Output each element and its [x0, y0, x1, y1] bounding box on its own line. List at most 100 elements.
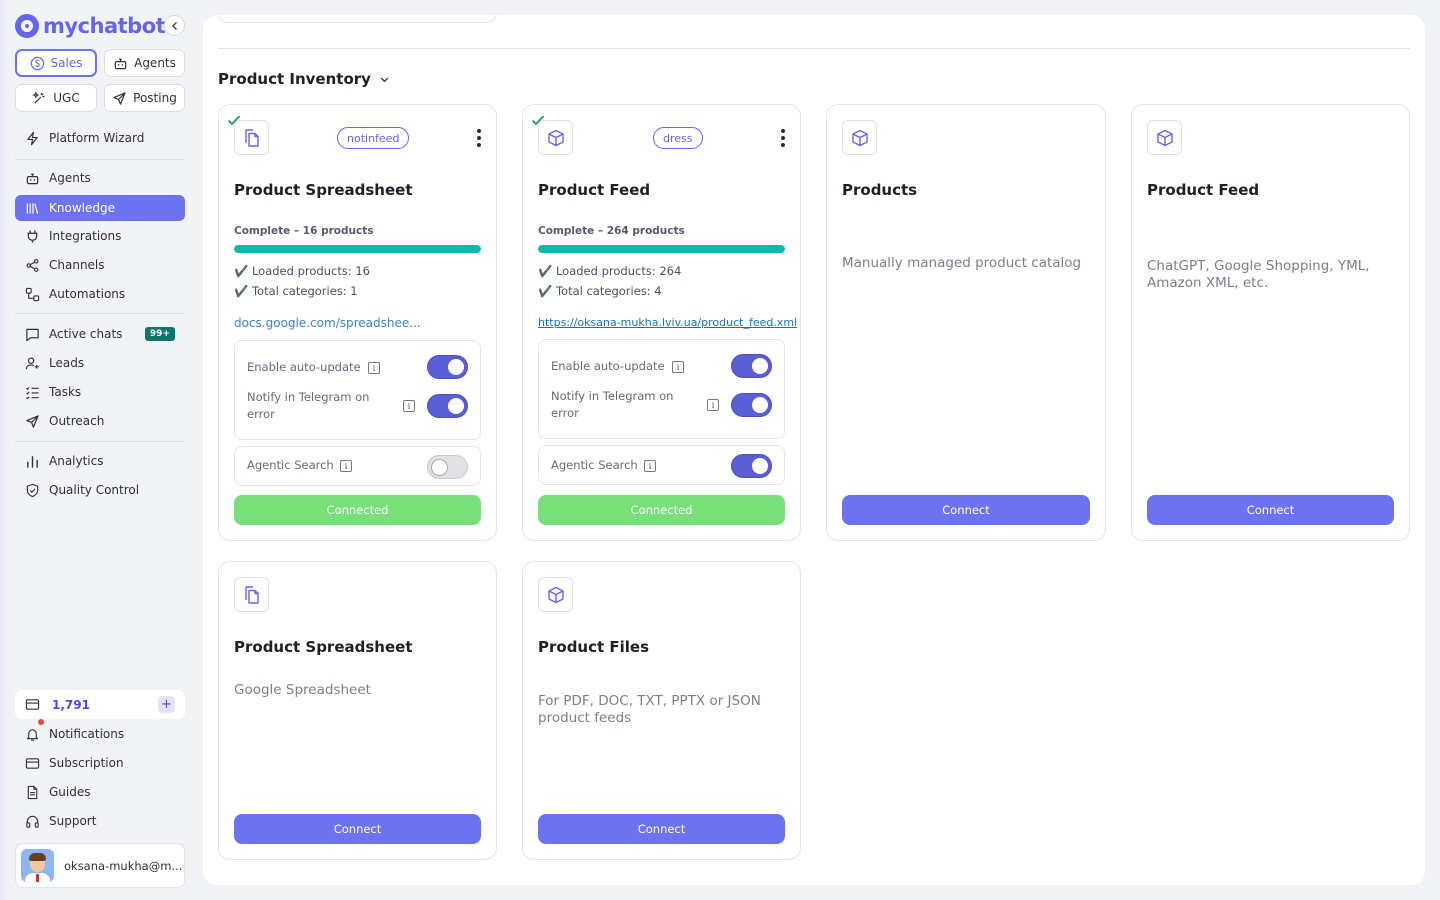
sidebar-item-channels[interactable]: Channels	[15, 252, 185, 278]
notification-dot	[38, 719, 44, 725]
mode-ugc-button[interactable]: UGC	[15, 84, 97, 112]
logo-mark-icon	[15, 13, 39, 38]
sidebar-item-tasks[interactable]: Tasks	[15, 379, 185, 405]
card-icon	[234, 577, 269, 612]
add-credits-button[interactable]: +	[158, 696, 175, 713]
sidebar-item-guides[interactable]: Guides	[15, 779, 185, 805]
user-profile[interactable]: oksana-mukha@m...	[15, 843, 185, 888]
user-plus-icon	[25, 357, 39, 369]
section-header[interactable]: Product Inventory	[218, 70, 390, 88]
document-icon	[27, 785, 38, 799]
sidebar-item-outreach[interactable]: Outreach	[15, 408, 185, 434]
sidebar-item-quality-control[interactable]: Quality Control	[15, 477, 185, 503]
connected-button[interactable]: Connected	[234, 495, 481, 525]
notify-telegram-label: Notify in Telegram on error	[551, 389, 674, 420]
sidebar-item-subscription[interactable]: Subscription	[15, 750, 185, 776]
info-icon[interactable]: i	[707, 399, 719, 411]
robot-icon	[26, 173, 39, 184]
info-icon[interactable]: i	[672, 361, 684, 373]
info-icon[interactable]: i	[368, 362, 380, 374]
card-tag[interactable]: dress	[653, 127, 703, 149]
credit-card-icon	[25, 757, 40, 769]
mode-agents-button[interactable]: Agents	[104, 49, 185, 77]
auto-update-toggle[interactable]	[731, 354, 772, 378]
more-menu-icon[interactable]	[780, 129, 786, 147]
card-title: Products	[842, 181, 918, 199]
sidebar-item-analytics[interactable]: Analytics	[15, 448, 185, 474]
auto-update-label: Enable auto-update	[247, 360, 361, 374]
sidebar-item-label: Automations	[49, 287, 126, 301]
progress-fill	[538, 245, 785, 253]
sidebar-item-label: Quality Control	[49, 483, 140, 497]
collapse-sidebar-button[interactable]	[164, 15, 185, 36]
card-description: Google Spreadsheet	[234, 682, 371, 698]
card-icon	[538, 120, 573, 155]
sidebar-item-agents[interactable]: Agents	[15, 165, 185, 191]
source-link[interactable]: docs.google.com/spreadshee...	[234, 316, 421, 330]
mode-label: Sales	[50, 56, 83, 70]
connect-button[interactable]: Connect	[234, 814, 481, 844]
info-icon[interactable]: i	[644, 460, 656, 472]
connected-button[interactable]: Connected	[538, 495, 785, 525]
list-check-icon	[26, 386, 39, 399]
card-description: For PDF, DOC, TXT, PPTX or JSON product …	[538, 693, 761, 726]
agentic-search-toggle[interactable]	[731, 454, 772, 478]
card-progress-bar	[234, 245, 481, 253]
source-link[interactable]: https://oksana-mukha.lviv.ua/product_fee…	[538, 316, 797, 329]
card-description: Manually managed product catalog	[842, 255, 1082, 271]
card-title: Product Feed	[538, 181, 651, 199]
section-divider	[218, 48, 1410, 49]
sidebar-item-platform-wizard[interactable]: Platform Wizard	[15, 125, 185, 151]
lightning-icon	[27, 131, 38, 145]
share-icon	[26, 258, 39, 272]
sidebar-item-support[interactable]: Support	[15, 808, 185, 834]
sidebar-item-automations[interactable]: Automations	[15, 281, 185, 307]
info-icon[interactable]: i	[340, 460, 352, 472]
credit-card-icon	[25, 699, 40, 710]
logo-text: mychatbot	[43, 13, 166, 38]
card-title: Product Feed	[1147, 181, 1260, 199]
sidebar-item-label: Outreach	[49, 414, 105, 428]
card-description: ChatGPT, Google Shopping, YML, Amazon XM…	[1147, 258, 1370, 291]
chat-icon	[26, 328, 39, 341]
card-progress-bar	[538, 245, 785, 253]
sidebar-item-leads[interactable]: Leads	[15, 350, 185, 376]
mode-posting-button[interactable]: Posting	[104, 84, 185, 112]
credits-balance[interactable]: 1,791 +	[15, 690, 185, 719]
workflow-icon	[25, 287, 40, 301]
sidebar-item-integrations[interactable]: Integrations	[15, 223, 185, 249]
agentic-search-toggle[interactable]	[427, 455, 468, 479]
sidebar-item-label: Integrations	[49, 229, 122, 243]
card-title: Product Files	[538, 638, 650, 656]
sidebar-item-knowledge[interactable]: Knowledge	[15, 195, 185, 221]
notify-telegram-toggle[interactable]	[427, 394, 468, 418]
section-title: Product Inventory	[218, 70, 371, 88]
sidebar-item-label: Platform Wizard	[49, 131, 145, 145]
sidebar-item-label: Active chats	[49, 327, 123, 341]
card-icon	[538, 577, 573, 612]
plug-icon	[27, 229, 38, 243]
info-icon[interactable]: i	[403, 400, 415, 412]
sidebar-item-label: Subscription	[49, 756, 124, 770]
box-icon	[1156, 129, 1173, 146]
send-icon	[26, 414, 39, 428]
sparkle-icon	[32, 90, 45, 104]
auto-update-settings: Enable auto-update i Notify in Telegram …	[538, 339, 785, 439]
connect-button[interactable]: Connect	[538, 814, 785, 844]
logo[interactable]: mychatbot	[15, 12, 166, 39]
card-icon	[234, 120, 269, 155]
more-menu-icon[interactable]	[476, 129, 482, 147]
sidebar-item-label: Notifications	[49, 727, 125, 741]
previous-card-edge	[218, 15, 497, 23]
connect-button[interactable]: Connect	[1147, 495, 1394, 525]
card-tag[interactable]: notinfeed	[337, 127, 410, 149]
auto-update-toggle[interactable]	[427, 355, 468, 379]
sidebar-item-active-chats[interactable]: Active chats 99+	[15, 321, 185, 347]
mode-sales-button[interactable]: Sales	[15, 49, 97, 77]
sidebar-item-notifications[interactable]: Notifications	[15, 719, 185, 747]
product-spreadsheet-card: notinfeed Product Spreadsheet Complete –…	[218, 104, 497, 541]
connect-button[interactable]: Connect	[842, 495, 1090, 525]
auto-update-label: Enable auto-update	[551, 359, 665, 373]
auto-update-settings: Enable auto-update i Notify in Telegram …	[234, 340, 481, 440]
notify-telegram-toggle[interactable]	[731, 393, 772, 417]
